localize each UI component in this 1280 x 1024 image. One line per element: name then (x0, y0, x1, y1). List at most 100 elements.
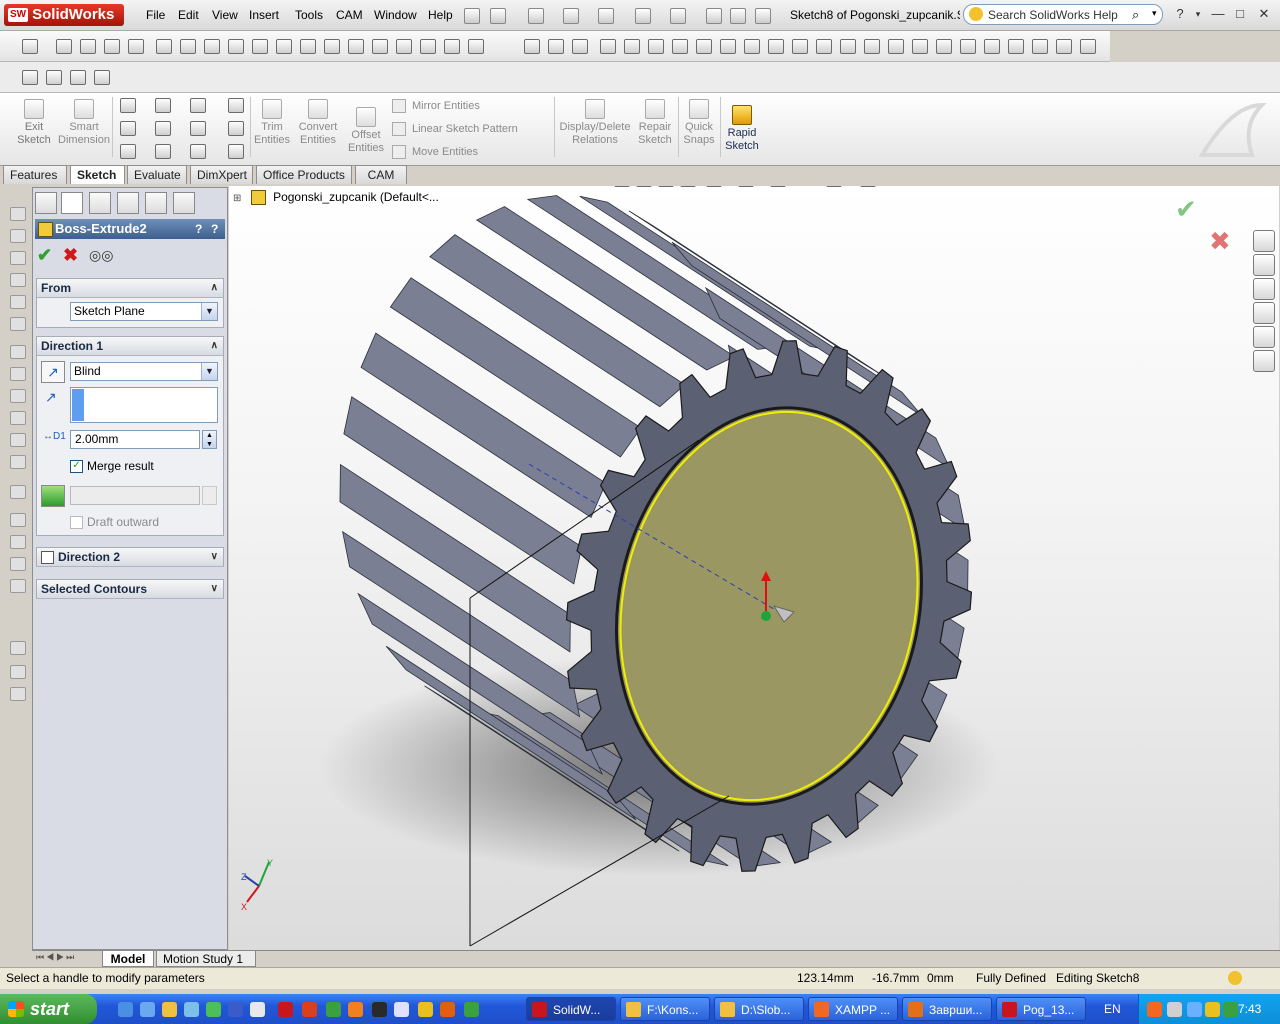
help-question-icon[interactable]: ? (195, 219, 202, 239)
tray-app-icon[interactable] (1205, 1002, 1220, 1017)
file-explorer-icon[interactable] (1253, 278, 1275, 300)
plane-icon[interactable] (572, 39, 588, 54)
quicklaunch-firefox-icon[interactable] (440, 1002, 455, 1017)
merge-result-checkbox[interactable]: ✓ Merge result (70, 459, 154, 474)
restore-window-icon[interactable]: □ (1232, 7, 1248, 21)
direction1-group-header[interactable]: Direction 1 ∧ (37, 337, 223, 356)
ellipse-icon[interactable] (396, 39, 412, 54)
search-icon[interactable]: ⌕ (1132, 7, 1139, 23)
rectangle-tool-icon[interactable] (120, 121, 136, 136)
tab-cam[interactable]: CAM (355, 165, 407, 184)
curves-icon[interactable] (10, 641, 26, 655)
chamfer-icon[interactable] (624, 39, 640, 54)
view-palette-icon[interactable] (1253, 302, 1275, 324)
display-manager-tab-icon[interactable] (145, 192, 167, 214)
instant3d-icon[interactable] (10, 665, 26, 679)
search-dropdown-icon[interactable]: ▾ (1152, 8, 1157, 19)
text-tool-icon[interactable] (228, 121, 244, 136)
quicklaunch-app-icon[interactable] (394, 1002, 409, 1017)
slot-icon[interactable] (444, 39, 460, 54)
axis-icon[interactable] (10, 687, 26, 701)
quicklaunch-app-icon[interactable] (228, 1002, 243, 1017)
close-window-icon[interactable]: ✕ (1256, 7, 1272, 21)
menu-tools[interactable]: Tools (295, 8, 323, 22)
help-dropdown-icon[interactable]: ? (211, 219, 218, 239)
mirror-icon[interactable] (864, 39, 880, 54)
ellipse-tool-icon[interactable] (190, 121, 206, 136)
mirror-feature-icon[interactable] (10, 557, 26, 571)
mirror-entities-button[interactable]: Mirror Entities (392, 99, 480, 113)
convert-entities-button[interactable]: Convert Entities (294, 99, 342, 147)
direction-selection-box[interactable] (70, 387, 218, 423)
menu-view[interactable]: View (212, 8, 238, 22)
text-icon[interactable] (548, 39, 564, 54)
line-icon[interactable] (156, 39, 172, 54)
expand-chevron-icon[interactable]: ∨ (211, 548, 218, 566)
menu-insert[interactable]: Insert (249, 8, 279, 22)
solidworks-resources-icon[interactable] (1253, 230, 1275, 252)
appearances-icon[interactable] (1253, 326, 1275, 348)
quick-snaps-button[interactable]: Quick Snaps (680, 99, 718, 147)
extend-icon[interactable] (768, 39, 784, 54)
grid-icon[interactable] (56, 39, 72, 54)
graphics-area[interactable]: – ▣ ✕ ⊞ Pogonski_zupcanik (Default<... ✔… (229, 186, 1279, 950)
cancel-x-icon[interactable]: ✖ (63, 245, 78, 266)
menu-file[interactable]: File (146, 8, 165, 22)
cam-manager-tab-icon[interactable] (173, 192, 195, 214)
trim-icon[interactable] (744, 39, 760, 54)
extruded-cut-icon[interactable] (10, 295, 26, 309)
perimeter-circle-icon[interactable] (252, 39, 268, 54)
end-condition-select[interactable]: Blind ▼ (70, 362, 218, 381)
lofted-boss-icon[interactable] (10, 273, 26, 287)
quick-tip-icon[interactable] (1228, 971, 1242, 985)
task-solidworks[interactable]: SolidW... (526, 997, 616, 1021)
construction-geometry-icon[interactable] (840, 39, 856, 54)
stretch-icon[interactable] (912, 39, 928, 54)
rebuild-icon[interactable] (706, 8, 722, 24)
polygon-tool-icon[interactable] (155, 144, 171, 159)
circle-tool-icon[interactable] (155, 98, 171, 113)
tab-motion-study[interactable]: Motion Study 1 (156, 951, 256, 967)
configuration-manager-tab-icon[interactable] (89, 192, 111, 214)
sketch-picture-icon[interactable] (1080, 39, 1096, 54)
tab-model[interactable]: Model (102, 951, 154, 967)
point-tool-icon[interactable] (228, 144, 244, 159)
quicklaunch-app-icon[interactable] (140, 1002, 155, 1017)
design-library-icon[interactable] (1253, 254, 1275, 276)
dimxpert-manager-tab-icon[interactable] (117, 192, 139, 214)
from-select[interactable]: Sketch Plane ▼ (70, 302, 218, 321)
fillet-icon[interactable] (600, 39, 616, 54)
spline-icon[interactable] (372, 39, 388, 54)
feature-manager-tab-icon[interactable] (35, 192, 57, 214)
trim-entities-button[interactable]: Trim Entities (252, 99, 292, 147)
quicklaunch-app-icon[interactable] (326, 1002, 341, 1017)
parallelogram-icon[interactable] (204, 39, 220, 54)
menu-window[interactable]: Window (374, 8, 417, 22)
help-dropdown-icon[interactable]: ▾ (1190, 7, 1206, 21)
from-group-header[interactable]: From ∧ (37, 279, 223, 298)
construction-icon[interactable] (228, 98, 244, 113)
direction2-group-header[interactable]: Direction 2 ∨ (37, 548, 223, 567)
intersection-curve-icon[interactable] (696, 39, 712, 54)
depth-spinner[interactable]: ▲ ▼ (202, 430, 217, 449)
rib-icon[interactable] (10, 389, 26, 403)
print-icon[interactable] (598, 8, 614, 24)
start-button[interactable]: start (0, 994, 97, 1024)
options-icon[interactable] (755, 8, 771, 24)
quicklaunch-app-icon[interactable] (184, 1002, 199, 1017)
smart-dimension-button[interactable]: Smart Dimension (56, 99, 112, 147)
polygon-icon[interactable] (348, 39, 364, 54)
face-curves-icon[interactable] (720, 39, 736, 54)
task-folder-f[interactable]: F:\Kons... (620, 997, 710, 1021)
revolved-boss-icon[interactable] (10, 229, 26, 243)
tab-dimxpert[interactable]: DimXpert (190, 165, 253, 184)
repair-sketch-button[interactable]: Repair Sketch (634, 99, 676, 147)
task-xampp[interactable]: XAMPP ... (808, 997, 898, 1021)
copy-icon[interactable] (1008, 39, 1024, 54)
wrap-icon[interactable] (10, 485, 26, 499)
dynamic-mirror-icon[interactable] (888, 39, 904, 54)
jog-line-icon[interactable] (816, 39, 832, 54)
collapse-chevron-icon[interactable]: ∧ (211, 279, 218, 297)
tab-features[interactable]: Features (3, 165, 67, 184)
quicklaunch-ie-icon[interactable] (118, 1002, 133, 1017)
